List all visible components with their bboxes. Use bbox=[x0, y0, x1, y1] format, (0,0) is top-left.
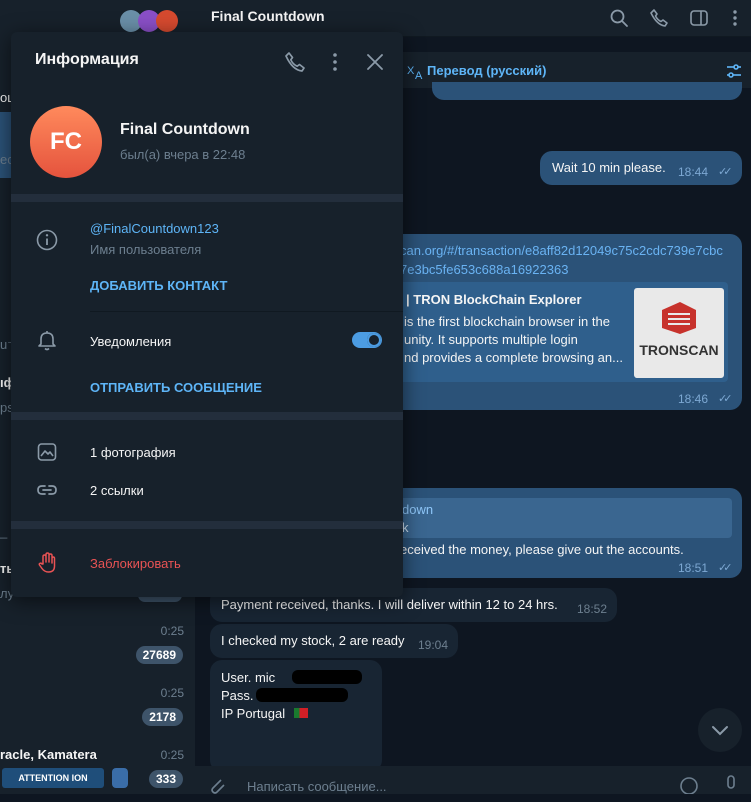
chevron-down-icon bbox=[712, 726, 728, 736]
link-icon bbox=[37, 485, 57, 495]
message-text: Wait 10 min please. bbox=[552, 160, 666, 175]
preview-text: nd provides a complete browsing an... bbox=[404, 350, 623, 365]
tronscan-logo-icon bbox=[662, 302, 696, 334]
search-icon[interactable] bbox=[609, 8, 629, 28]
send-message-button[interactable]: ОТПРАВИТЬ СООБЩЕНИЕ bbox=[90, 380, 262, 395]
links-row[interactable]: 2 ссылки bbox=[11, 472, 403, 508]
translate-icon: X A bbox=[407, 65, 423, 80]
chat-list-item[interactable]: racle, Kamatera 0:25 333 ATTENTION ION bbox=[0, 740, 195, 802]
unread-badge: 2178 bbox=[142, 708, 183, 726]
redaction-mark bbox=[292, 670, 362, 684]
redaction-mark bbox=[256, 688, 348, 702]
message-text: Payment received, thanks. I will deliver… bbox=[221, 597, 558, 612]
last-seen-status: был(а) вчера в 22:48 bbox=[120, 147, 246, 162]
message-bubble: User. mic Pass. IP Portugal bbox=[210, 660, 382, 772]
unread-badge: 27689 bbox=[135, 646, 183, 664]
message-text: Pass. bbox=[221, 688, 254, 703]
link-preview[interactable]: | TRON BlockChain Explorer is the first … bbox=[388, 282, 728, 382]
scroll-down-button[interactable] bbox=[698, 708, 742, 752]
preview-logo-text: TRONSCAN bbox=[639, 342, 719, 358]
more-vertical-icon[interactable] bbox=[725, 8, 745, 28]
translate-label[interactable]: Перевод (русский) bbox=[427, 63, 546, 78]
chat-list-item[interactable]: 0:25 27689 bbox=[0, 616, 195, 678]
attach-icon[interactable] bbox=[207, 776, 227, 794]
block-row[interactable]: Заблокировать bbox=[11, 540, 403, 586]
message-link[interactable]: can.org/#/transaction/e8aff82d12049c75c2… bbox=[400, 243, 723, 258]
message-text: eceived the money, please give out the a… bbox=[400, 542, 684, 557]
settings-sliders-icon[interactable] bbox=[725, 62, 743, 80]
message-time: 19:04 bbox=[418, 638, 449, 652]
preview-text: is the first blockchain browser in the bbox=[404, 314, 610, 329]
preview-title: | TRON BlockChain Explorer bbox=[406, 292, 582, 307]
message-bubble: I checked my stock, 2 are ready 19:04 bbox=[210, 624, 458, 658]
svg-text:X: X bbox=[407, 65, 415, 77]
chat-time: 0:25 bbox=[160, 624, 184, 638]
portugal-flag-icon bbox=[294, 708, 308, 718]
preview-thumb bbox=[112, 768, 128, 788]
preview-banner: ATTENTION ION bbox=[2, 768, 104, 788]
message-bubble: down k eceived the money, please give ou… bbox=[388, 488, 742, 578]
chat-list-item[interactable]: 0:25 2178 bbox=[0, 678, 195, 740]
folder-avatar-3[interactable] bbox=[156, 10, 178, 32]
more-vertical-icon[interactable] bbox=[323, 50, 347, 74]
folder-avatars[interactable] bbox=[118, 10, 180, 34]
chat-time: 0:25 bbox=[160, 748, 184, 762]
reply-name: down bbox=[402, 502, 434, 517]
avatar[interactable]: FC bbox=[30, 106, 102, 178]
notifications-label: Уведомления bbox=[90, 334, 172, 349]
phone-icon[interactable] bbox=[283, 50, 307, 74]
bell-icon bbox=[38, 331, 56, 351]
message-bubble bbox=[432, 82, 742, 100]
read-check-icon: ✓✓ bbox=[718, 393, 733, 405]
sidebar-toggle-icon[interactable] bbox=[689, 8, 709, 28]
message-text: I checked my stock, 2 are ready bbox=[221, 633, 405, 648]
preview-text: unity. It supports multiple login bbox=[404, 332, 578, 347]
message-input[interactable]: Написать сообщение... bbox=[247, 779, 387, 794]
message-bubble: Wait 10 min please. 18:44 ✓✓ bbox=[540, 151, 742, 185]
row-divider bbox=[90, 311, 403, 312]
user-info-panel: Информация FC Final Countdown был(а) вче… bbox=[11, 32, 403, 597]
panel-title: Информация bbox=[35, 51, 139, 68]
emoji-icon[interactable] bbox=[679, 776, 699, 794]
info-icon bbox=[36, 229, 58, 251]
message-time: 18:52 bbox=[577, 602, 608, 616]
message-text: IP Portugal bbox=[221, 706, 286, 721]
svg-text:A: A bbox=[415, 70, 423, 80]
phone-icon[interactable] bbox=[649, 8, 669, 28]
unread-badge: 333 bbox=[148, 770, 183, 788]
section-divider bbox=[11, 412, 403, 420]
photos-row[interactable]: 1 фотография bbox=[11, 434, 403, 470]
message-text: User. mic bbox=[221, 670, 276, 685]
add-contact-button[interactable]: ДОБАВИТЬ КОНТАКТ bbox=[90, 278, 227, 293]
links-count: 2 ссылки bbox=[90, 483, 144, 498]
close-icon[interactable] bbox=[363, 50, 387, 74]
message-time: 18:51 bbox=[678, 561, 709, 575]
chat-title[interactable]: Final Countdown bbox=[211, 8, 325, 24]
message-bubble: can.org/#/transaction/e8aff82d12049c75c2… bbox=[388, 234, 742, 410]
read-check-icon: ✓✓ bbox=[718, 166, 733, 178]
message-composer[interactable]: Написать сообщение... bbox=[195, 766, 751, 794]
notifications-toggle[interactable] bbox=[352, 332, 382, 348]
reply-quote[interactable]: down k bbox=[388, 498, 732, 538]
read-check-icon: ✓✓ bbox=[718, 562, 733, 574]
message-time: 18:46 bbox=[678, 392, 709, 406]
microphone-icon[interactable] bbox=[723, 774, 739, 794]
message-time: 18:44 bbox=[678, 165, 709, 179]
username-caption: Имя пользователя bbox=[90, 242, 202, 257]
preview-image: TRONSCAN bbox=[634, 288, 724, 378]
chat-name: racle, Kamatera bbox=[0, 747, 97, 762]
section-divider bbox=[11, 194, 403, 202]
section-divider bbox=[11, 521, 403, 529]
photo-icon bbox=[37, 443, 57, 461]
message-link[interactable]: 7e3bc5fe653c688a16922363 bbox=[400, 262, 568, 277]
block-hand-icon bbox=[38, 552, 56, 573]
chat-time: 0:25 bbox=[160, 686, 184, 700]
photos-count: 1 фотография bbox=[90, 445, 176, 460]
block-user-button[interactable]: Заблокировать bbox=[90, 556, 181, 571]
profile-name: Final Countdown bbox=[120, 121, 250, 138]
username-link[interactable]: @FinalCountdown123 bbox=[90, 221, 219, 236]
